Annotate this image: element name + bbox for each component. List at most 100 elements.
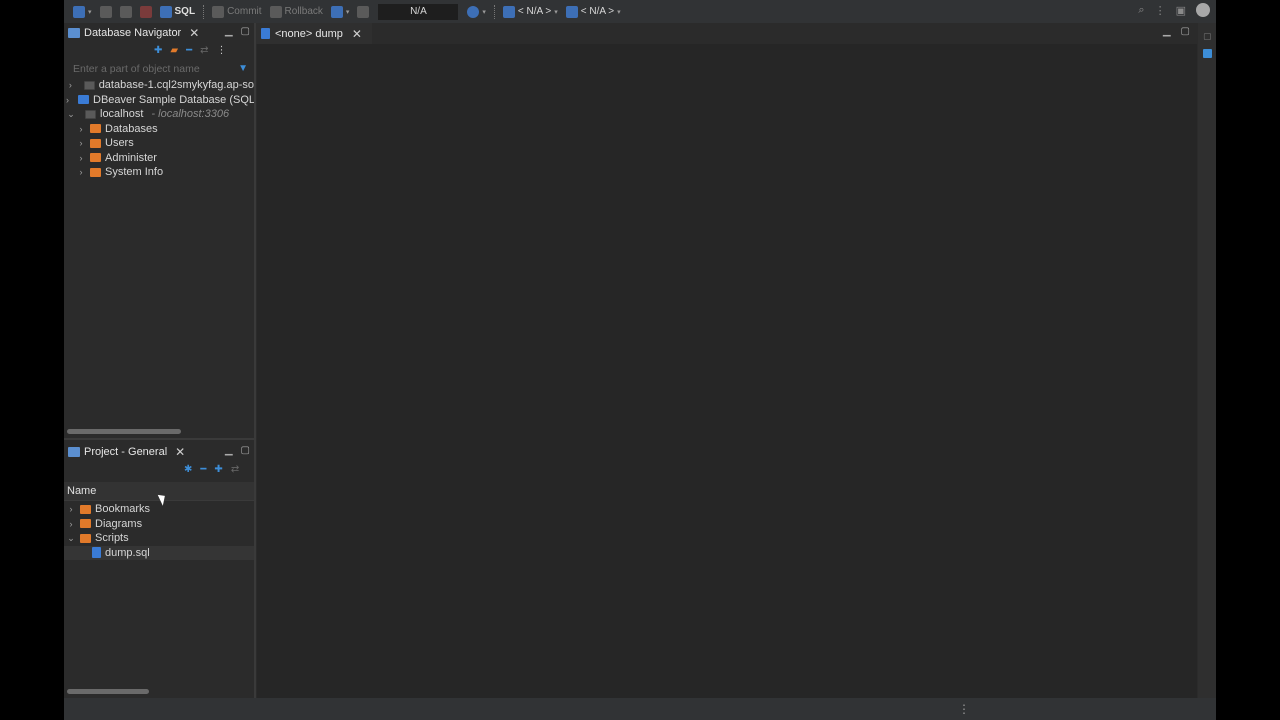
collapse-all-icon[interactable]: ━ bbox=[200, 464, 206, 475]
connection-host: - localhost:3306 bbox=[151, 108, 230, 121]
log-icon bbox=[357, 5, 370, 18]
sql-editor-area[interactable] bbox=[257, 44, 1197, 698]
disconnect-button[interactable] bbox=[97, 3, 115, 21]
project-toolbar: ✱ ━ ✚ ⇄ bbox=[184, 464, 239, 475]
transaction-mode-button[interactable]: ▾ bbox=[328, 3, 353, 21]
tree-item-scripts[interactable]: ⌄ Scripts bbox=[64, 531, 254, 546]
new-connection-button[interactable]: ▾ bbox=[70, 3, 95, 21]
folder-icon[interactable]: ▰ bbox=[170, 45, 178, 56]
link-editor-icon[interactable]: ⇄ bbox=[231, 464, 239, 475]
restore-icon[interactable]: ▢ bbox=[1203, 31, 1212, 42]
tree-item-system-info[interactable]: › System Info bbox=[64, 165, 254, 180]
new-connection-icon[interactable]: ✚ bbox=[154, 45, 162, 56]
datasource-selector[interactable]: < N/A > ▾ bbox=[500, 3, 561, 21]
expand-all-icon[interactable]: ✚ bbox=[214, 464, 222, 475]
tree-item-label: Users bbox=[105, 137, 134, 150]
tree-item-label: System Info bbox=[105, 166, 164, 179]
sql-file-icon bbox=[159, 5, 172, 18]
perspective-icon[interactable]: ▣ bbox=[1176, 4, 1186, 17]
tree-item-bookmarks[interactable]: › Bookmarks bbox=[64, 502, 254, 517]
commit-label: Commit bbox=[227, 6, 262, 17]
folder-icon bbox=[90, 138, 101, 148]
tree-item-connection[interactable]: ⌄ localhost - localhost:3306 bbox=[64, 107, 254, 122]
schema-selector[interactable]: < N/A > ▾ bbox=[563, 3, 624, 21]
filter-icon[interactable]: ▼ bbox=[238, 63, 248, 74]
status-bar: ⋮ bbox=[64, 698, 1216, 720]
chevron-right-icon[interactable]: › bbox=[76, 138, 86, 148]
bookmark-folder-icon bbox=[80, 504, 91, 514]
transaction-log-button[interactable] bbox=[354, 3, 372, 21]
project-icon bbox=[68, 447, 80, 457]
chevron-right-icon[interactable]: › bbox=[76, 153, 86, 163]
maximize-icon[interactable]: ▢ bbox=[241, 26, 250, 37]
view-menu-icon[interactable]: ⋮ bbox=[217, 45, 227, 56]
reconnect-button[interactable] bbox=[117, 3, 135, 21]
chevron-right-icon[interactable]: › bbox=[66, 95, 69, 105]
commit-icon bbox=[212, 5, 225, 18]
navigator-toolbar: ✚ ▰ ━ ⇄ ⋮ bbox=[154, 45, 227, 56]
collapse-all-icon[interactable]: ━ bbox=[186, 45, 192, 56]
close-icon[interactable]: ✕ bbox=[352, 27, 362, 41]
tree-item-diagrams[interactable]: › Diagrams bbox=[64, 517, 254, 532]
tree-item-label: Bookmarks bbox=[95, 503, 151, 516]
link-editor-icon[interactable]: ⇄ bbox=[200, 45, 208, 56]
tab-dump-editor[interactable]: <none> dump ✕ bbox=[256, 23, 372, 44]
maximize-icon[interactable]: ▢ bbox=[1181, 26, 1190, 37]
maximize-icon[interactable]: ▢ bbox=[241, 445, 250, 456]
chevron-right-icon[interactable]: › bbox=[66, 519, 76, 529]
project-tree: › Bookmarks › Diagrams ⌄ Scripts dump.sq… bbox=[64, 502, 254, 560]
navigator-search-input[interactable]: Enter a part of object name ▼ bbox=[64, 61, 254, 77]
search-placeholder: Enter a part of object name bbox=[73, 63, 200, 75]
close-icon[interactable]: ✕ bbox=[175, 445, 185, 459]
sql-file-icon bbox=[92, 547, 101, 559]
toolbar-separator bbox=[493, 4, 495, 19]
gear-icon[interactable]: ✱ bbox=[184, 464, 192, 475]
panel-divider[interactable] bbox=[64, 438, 254, 440]
history-button[interactable]: ▾ bbox=[464, 3, 489, 21]
chevron-down-icon[interactable]: ⌄ bbox=[66, 533, 76, 544]
close-icon[interactable]: ✕ bbox=[189, 26, 199, 40]
folder-icon bbox=[90, 167, 101, 177]
minimize-icon[interactable]: ▁ bbox=[1163, 26, 1171, 37]
vertical-divider[interactable] bbox=[254, 23, 256, 698]
plug-icon bbox=[73, 5, 85, 18]
disconnect-icon bbox=[99, 5, 112, 18]
connection-icon bbox=[83, 80, 95, 90]
chevron-down-icon[interactable]: ⌄ bbox=[66, 109, 76, 120]
sql-file-icon bbox=[261, 28, 270, 39]
stop-icon bbox=[139, 5, 152, 18]
chevron-right-icon[interactable]: › bbox=[66, 80, 75, 90]
tree-item-connection[interactable]: › database-1.cql2smykyfag.ap-so bbox=[64, 78, 254, 93]
more-options-icon[interactable]: ⋮ bbox=[1155, 4, 1166, 17]
outline-view-icon[interactable] bbox=[1203, 49, 1212, 58]
chevron-right-icon[interactable]: › bbox=[76, 167, 86, 177]
tree-item-administer[interactable]: › Administer bbox=[64, 151, 254, 166]
minimize-icon[interactable]: ▁ bbox=[225, 26, 233, 37]
navigator-scrollbar[interactable] bbox=[67, 429, 181, 434]
project-header: Project - General ✕ ▁ ▢ bbox=[64, 442, 254, 462]
tree-item-dump-sql[interactable]: dump.sql bbox=[64, 545, 254, 560]
transaction-counter: N/A bbox=[378, 3, 459, 20]
database-icon bbox=[502, 5, 515, 18]
right-trim-bar: ▢ bbox=[1198, 23, 1216, 698]
tree-item-databases[interactable]: › Databases bbox=[64, 122, 254, 137]
tab-project-general[interactable]: Project - General ✕ bbox=[64, 442, 190, 462]
search-icon[interactable]: ⌕ bbox=[1138, 4, 1144, 17]
minimize-icon[interactable]: ▁ bbox=[225, 445, 233, 456]
project-scrollbar[interactable] bbox=[67, 689, 149, 694]
navigator-icon bbox=[68, 28, 80, 38]
chevron-right-icon[interactable]: › bbox=[76, 124, 86, 134]
tree-item-connection[interactable]: › DBeaver Sample Database (SQL bbox=[64, 93, 255, 108]
chevron-right-icon[interactable]: › bbox=[66, 504, 76, 514]
rollback-icon bbox=[269, 5, 282, 18]
tree-item-label: Administer bbox=[105, 151, 157, 164]
tree-item-users[interactable]: › Users bbox=[64, 136, 254, 151]
commit-button[interactable]: Commit bbox=[209, 3, 264, 21]
rollback-button[interactable]: Rollback bbox=[267, 3, 326, 21]
tab-database-navigator[interactable]: Database Navigator ✕ bbox=[64, 23, 204, 43]
sql-editor-button[interactable]: SQL bbox=[157, 3, 199, 21]
column-header-label: Name bbox=[67, 485, 97, 497]
stop-button[interactable] bbox=[137, 3, 155, 21]
resize-grip-icon[interactable]: ⋮ bbox=[958, 702, 970, 716]
avatar[interactable] bbox=[1196, 3, 1210, 17]
